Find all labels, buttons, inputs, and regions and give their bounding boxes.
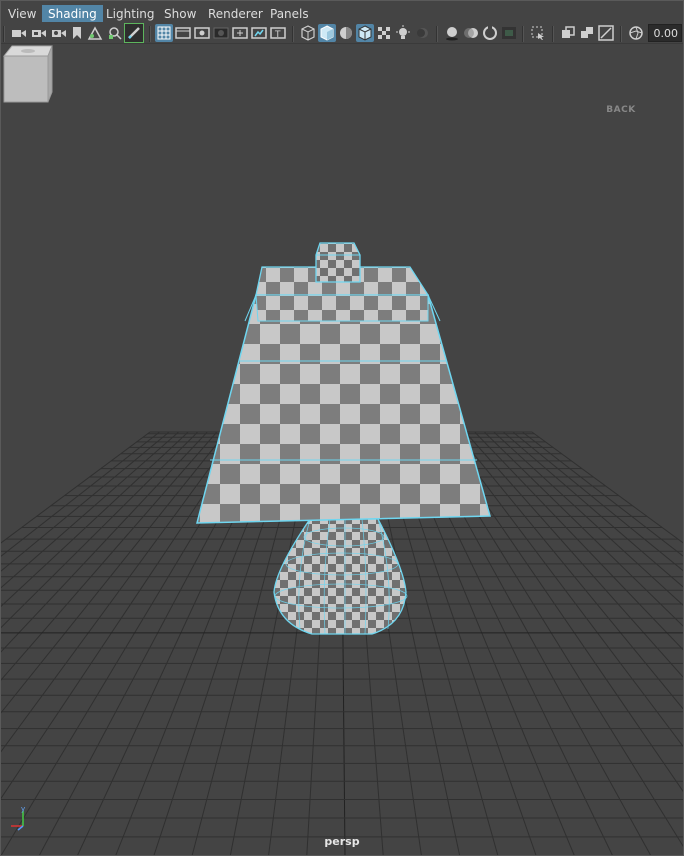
svg-text:T: T	[274, 30, 281, 40]
exposure-icon[interactable]	[627, 24, 645, 42]
menu-renderer[interactable]: Renderer	[202, 5, 269, 23]
safe-action-icon[interactable]	[250, 24, 268, 42]
perspective-viewport[interactable]: y BACK persp	[0, 44, 684, 856]
anti-aliasing-icon[interactable]	[481, 24, 499, 42]
motion-blur-icon[interactable]	[462, 24, 480, 42]
toolbar-separator	[3, 26, 5, 42]
select-camera-icon[interactable]	[10, 24, 28, 42]
wireframe-on-shaded-icon[interactable]	[356, 24, 374, 42]
menu-panels[interactable]: Panels	[264, 5, 315, 23]
use-all-lights-icon[interactable]	[394, 24, 412, 42]
panel-menu-bar: View Shading Lighting Show Renderer Pane…	[0, 0, 684, 23]
isolate-select-icon[interactable]	[529, 24, 547, 42]
textured-icon[interactable]	[375, 24, 393, 42]
gate-mask-icon[interactable]	[212, 24, 230, 42]
resolution-gate-icon[interactable]	[193, 24, 211, 42]
smooth-shade-icon[interactable]	[318, 24, 336, 42]
lamp-base-mesh[interactable]	[273, 518, 408, 635]
svg-text:y: y	[21, 805, 25, 813]
xray-icon[interactable]	[559, 24, 577, 42]
lock-camera-icon[interactable]	[30, 24, 48, 42]
grid-icon[interactable]	[155, 24, 173, 42]
toolbar-separator	[149, 26, 151, 42]
xray-active-icon[interactable]	[597, 24, 615, 42]
toolbar-separator	[522, 26, 524, 42]
scene-canvas: y	[0, 242, 684, 856]
viewcube-icon[interactable]	[0, 44, 54, 106]
maya-viewport-panel: View Shading Lighting Show Renderer Pane…	[0, 0, 684, 856]
shadows-icon[interactable]	[413, 24, 431, 42]
menu-view[interactable]: View	[2, 5, 42, 23]
viewcube-face-label[interactable]: BACK	[596, 105, 646, 115]
safe-title-icon[interactable]: T	[269, 24, 287, 42]
toolbar-separator	[292, 26, 294, 42]
exposure-value-field[interactable]: 0.00	[648, 24, 682, 42]
bookmark-icon[interactable]	[68, 24, 86, 42]
screen-space-ao-icon[interactable]	[443, 24, 461, 42]
camera-name-label: persp	[324, 835, 360, 848]
menu-show[interactable]: Show	[158, 5, 202, 23]
lamp-top-knob-mesh[interactable]	[315, 242, 361, 283]
lamp-shade-mesh[interactable]	[196, 266, 491, 524]
camera-attributes-icon[interactable]	[50, 24, 68, 42]
film-gate-icon[interactable]	[174, 24, 192, 42]
toolbar-separator	[436, 26, 438, 42]
toolbar-separator	[620, 26, 622, 42]
menu-shading[interactable]: Shading	[42, 5, 103, 23]
toolbar-separator	[552, 26, 554, 42]
default-material-icon[interactable]	[337, 24, 355, 42]
depth-of-field-icon[interactable]	[500, 24, 518, 42]
image-plane-icon[interactable]	[86, 24, 104, 42]
menu-lighting[interactable]: Lighting	[100, 5, 161, 23]
xray-joints-icon[interactable]	[578, 24, 596, 42]
grease-pencil-icon[interactable]	[124, 23, 144, 43]
wireframe-icon[interactable]	[299, 24, 317, 42]
2d-pan-zoom-icon[interactable]	[106, 24, 124, 42]
field-chart-icon[interactable]	[231, 24, 249, 42]
panel-toolbar: T 0.00	[0, 22, 684, 44]
